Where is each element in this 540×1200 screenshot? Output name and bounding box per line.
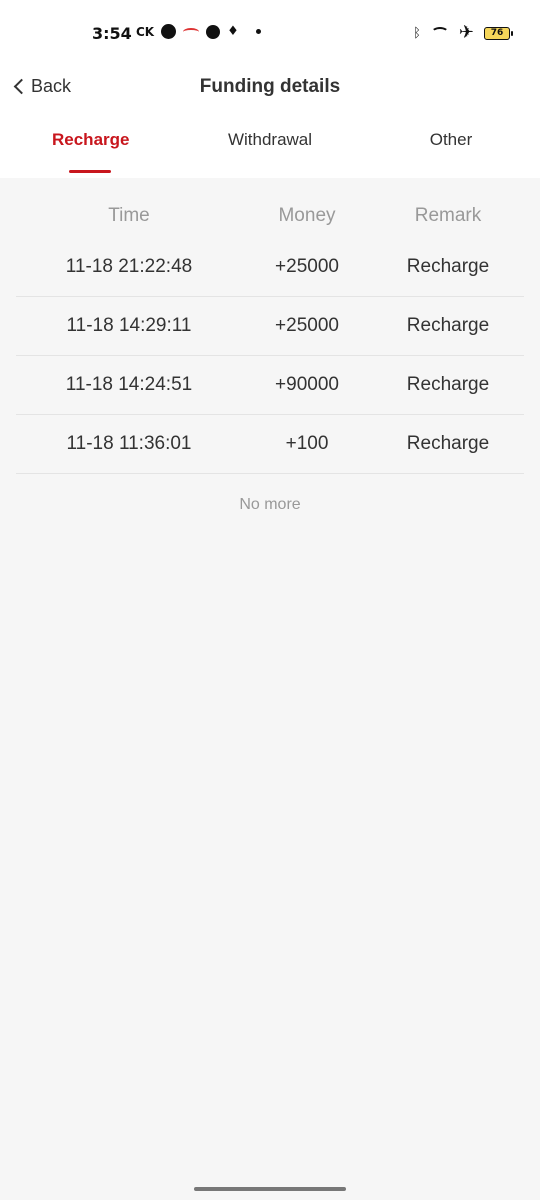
header-money: Money <box>278 205 336 226</box>
nav-bar: Back Funding details <box>0 68 540 108</box>
status-left-icons: CK ♦ <box>136 24 261 39</box>
page-title: Funding details <box>199 76 341 97</box>
header-remark: Remark <box>414 205 482 226</box>
carrier-label: CK <box>136 24 155 39</box>
row-time: 11-18 14:24:51 <box>65 374 193 395</box>
header-area: 3:54 CK ♦ ᛒ ✈ 76 Back Funding details Re… <box>0 0 540 178</box>
status-right-icons: ᛒ ✈ 76 <box>413 22 513 43</box>
tab-withdrawal[interactable]: Withdrawal <box>220 130 320 150</box>
battery-icon: 76 <box>484 26 513 40</box>
tab-recharge[interactable]: Recharge <box>52 130 129 150</box>
row-time: 11-18 21:22:48 <box>65 256 193 277</box>
active-tab-indicator <box>69 170 111 173</box>
row-time: 11-18 14:29:11 <box>66 315 192 336</box>
row-money: +25000 <box>275 315 339 336</box>
row-money: +100 <box>285 433 329 454</box>
tab-other[interactable]: Other <box>420 130 482 150</box>
more-notifications-dot-icon <box>255 29 261 34</box>
row-money: +90000 <box>275 374 339 395</box>
bluetooth-icon: ᛒ <box>413 25 421 41</box>
call-icon <box>161 24 177 39</box>
row-remark: Recharge <box>406 315 490 336</box>
header-time: Time <box>108 205 150 226</box>
notification-icon <box>183 27 200 36</box>
table-row: 11-18 14:24:51 +90000 Recharge <box>16 356 524 415</box>
bell-icon: ♦ <box>227 24 239 39</box>
row-remark: Recharge <box>406 256 490 277</box>
row-remark: Recharge <box>406 433 490 454</box>
no-more-label: No more <box>239 496 301 513</box>
wifi-icon <box>430 27 449 39</box>
status-bar: 3:54 CK ♦ ᛒ ✈ 76 <box>0 0 540 68</box>
row-time: 11-18 11:36:01 <box>66 433 192 454</box>
airplane-icon: ✈ <box>458 22 474 43</box>
funding-list: Time Money Remark 11-18 21:22:48 +25000 … <box>0 178 540 514</box>
status-time: 3:54 <box>92 24 132 43</box>
table-row: 11-18 14:29:11 +25000 Recharge <box>16 297 524 356</box>
jio-icon <box>206 24 221 39</box>
home-indicator[interactable] <box>194 1187 346 1191</box>
row-money: +25000 <box>275 256 339 277</box>
table-row: 11-18 21:22:48 +25000 Recharge <box>16 238 524 297</box>
tab-bar: Recharge Withdrawal Other <box>0 108 540 178</box>
row-remark: Recharge <box>406 374 490 395</box>
table-row: 11-18 11:36:01 +100 Recharge <box>16 415 524 474</box>
